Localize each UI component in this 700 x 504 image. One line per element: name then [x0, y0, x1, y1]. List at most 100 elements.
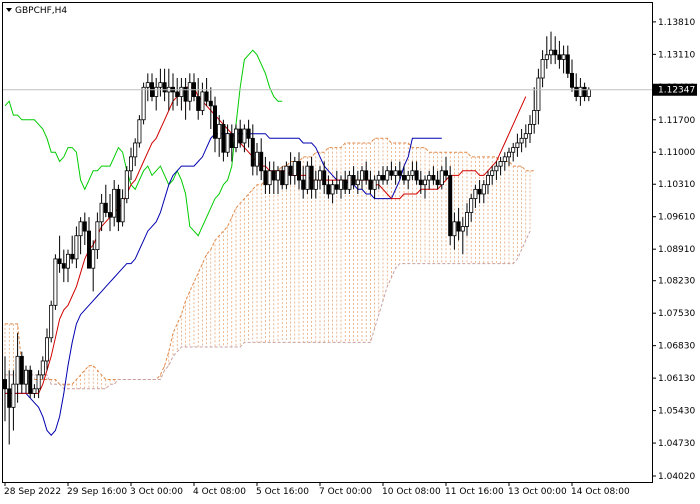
candle-body	[422, 179, 427, 186]
time-tick-label: 3 Oct 00:00	[130, 487, 183, 497]
candle-body	[158, 82, 163, 88]
candle-body	[112, 188, 117, 218]
candle	[448, 166, 453, 245]
price-tick-label: 1.06830	[658, 342, 695, 352]
candle-body	[250, 137, 255, 167]
time-tick-label: 14 Oct 08:00	[571, 487, 630, 497]
candle-body	[225, 133, 230, 153]
candle-body	[549, 49, 554, 56]
candle-body	[506, 151, 511, 158]
candle-body	[351, 175, 356, 186]
candle-body	[145, 82, 150, 88]
chart-window[interactable]: 1.138101.131101.124101.117001.110001.103…	[0, 0, 700, 500]
candle-body	[40, 360, 45, 376]
candle-body	[540, 59, 545, 79]
candle-body	[431, 175, 436, 181]
candle-body	[133, 142, 138, 158]
price-tick-label: 1.09610	[658, 213, 695, 223]
candle-body	[154, 86, 159, 97]
candle-body	[456, 221, 461, 232]
candle-body	[427, 175, 432, 181]
candle-body	[414, 170, 419, 181]
candle-body	[485, 175, 490, 186]
candle-body	[292, 161, 297, 176]
candle-body	[389, 170, 394, 176]
candle-body	[313, 179, 318, 190]
candle-body	[57, 258, 62, 264]
candle-body	[204, 91, 209, 102]
candle-body	[242, 128, 247, 144]
candle-body	[330, 184, 335, 195]
candle-body	[418, 179, 423, 186]
candle-body	[49, 304, 54, 339]
candle-body	[36, 374, 41, 390]
candle-body	[574, 86, 579, 97]
candle-body	[376, 175, 381, 181]
candle-body	[309, 165, 314, 190]
candle-body	[338, 179, 343, 190]
candle-body	[557, 54, 562, 60]
candle-body	[406, 175, 411, 181]
candle-body	[469, 198, 474, 213]
time-tick-label: 13 Oct 00:00	[508, 487, 567, 497]
candle	[305, 161, 310, 194]
candle-body	[280, 170, 285, 186]
time-tick-label: 5 Oct 16:00	[256, 487, 309, 497]
time-tick-label: 29 Sep 16:00	[67, 487, 127, 497]
candle-body	[229, 133, 234, 148]
candle-body	[254, 151, 259, 167]
candle-body	[271, 170, 276, 181]
candle-body	[380, 175, 385, 181]
candle	[124, 166, 129, 204]
candle-body	[53, 258, 58, 306]
chart-canvas[interactable]: 1.138101.131101.124101.117001.110001.103…	[0, 0, 700, 500]
candle-body	[372, 179, 377, 190]
candle-body	[296, 161, 301, 181]
price-tick-label: 1.13810	[658, 18, 695, 28]
candle-body	[490, 170, 495, 176]
candle-body	[124, 170, 129, 200]
candle-body	[66, 253, 71, 269]
candle-body	[523, 133, 528, 139]
price-tick-label: 1.13110	[658, 50, 695, 60]
candle-body	[317, 170, 322, 181]
price-tick-label: 1.11000	[658, 148, 695, 158]
candle-body	[11, 383, 16, 408]
time-tick-label: 7 Oct 00:00	[319, 487, 372, 497]
candle	[53, 254, 58, 310]
candle-body	[502, 156, 507, 162]
price-tick-label: 1.08230	[658, 277, 695, 287]
candle-body	[305, 165, 310, 190]
candle-body	[91, 249, 96, 269]
candle-body	[15, 355, 20, 385]
chart-background	[0, 0, 700, 500]
time-tick-label: 28 Sep 2022	[4, 487, 61, 497]
price-tick-label: 1.04020	[658, 472, 695, 482]
candle-body	[565, 54, 570, 74]
candle-body	[586, 89, 591, 97]
candle-body	[128, 156, 133, 172]
candle-body	[78, 221, 83, 237]
candle-body	[267, 170, 272, 186]
candle-body	[481, 184, 486, 195]
price-tick-label: 1.08910	[658, 245, 695, 255]
current-price-label: 1.12347	[658, 86, 695, 96]
candle-body	[435, 179, 440, 186]
candle-body	[326, 184, 331, 195]
candle-body	[397, 170, 402, 176]
candle-body	[208, 100, 213, 107]
candle-body	[70, 253, 75, 260]
candle-body	[570, 72, 575, 88]
candle-body	[23, 369, 28, 385]
symbol-header[interactable]: GBPCHF,H4	[6, 6, 67, 16]
candle-body	[32, 388, 37, 394]
candle-body	[477, 188, 482, 195]
candle-body	[200, 91, 205, 111]
candle-body	[359, 170, 364, 181]
candle-body	[116, 188, 121, 223]
price-tick-label: 1.11700	[658, 116, 695, 126]
candle-body	[473, 188, 478, 200]
time-tick-label: 10 Oct 08:00	[382, 487, 441, 497]
candle-body	[343, 179, 348, 190]
candle-body	[259, 151, 264, 172]
